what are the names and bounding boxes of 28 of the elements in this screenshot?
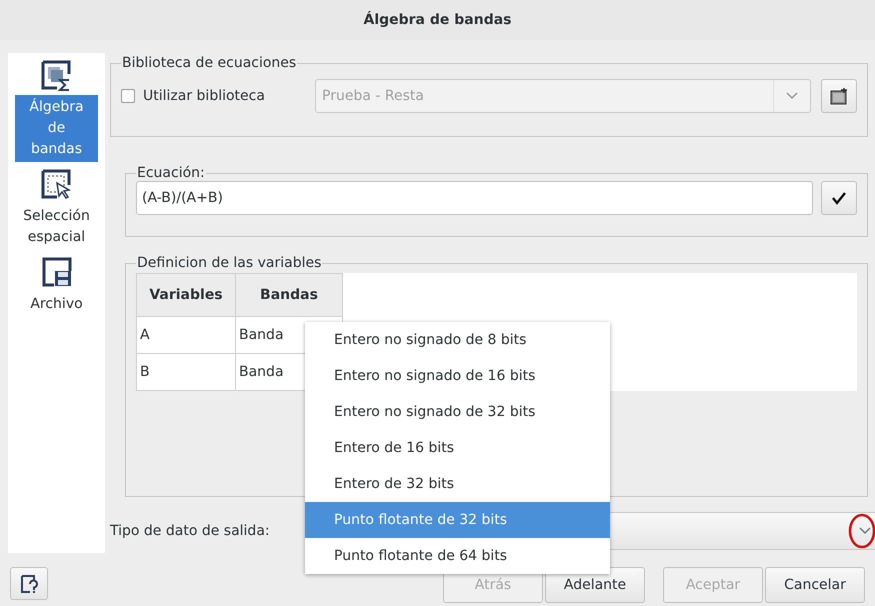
validate-button[interactable]	[821, 181, 857, 215]
menu-item[interactable]: Entero de 16 bits	[305, 430, 610, 466]
edit-library-button[interactable]	[821, 79, 857, 113]
chevron-icon	[859, 527, 871, 535]
help-icon	[20, 574, 38, 594]
window-title: Álgebra de bandas	[363, 12, 512, 28]
dialog-button[interactable]: Cancelar	[765, 567, 865, 603]
check-icon	[831, 191, 847, 205]
equation-field[interactable]: (A-B)/(A+B)	[136, 181, 813, 215]
column-header[interactable]: Variables	[136, 274, 236, 316]
group-title: Ecuación:	[136, 165, 206, 181]
table-cell: B	[136, 354, 236, 390]
checkbox-label[interactable]: Utilizar biblioteca	[143, 88, 265, 104]
checkbox[interactable]	[121, 89, 135, 103]
algebra-icon	[40, 59, 72, 93]
output-type-label: Tipo de dato de salida:	[110, 523, 271, 539]
menu-item[interactable]: Entero de 32 bits	[305, 466, 610, 502]
sidebar-item[interactable]: Álgebra de bandas	[15, 95, 98, 162]
table-cell: A	[136, 316, 236, 354]
chevron-icon	[786, 92, 798, 100]
selection-icon	[40, 168, 72, 202]
help-button[interactable]	[10, 567, 48, 600]
column-header[interactable]: Bandas	[236, 274, 342, 316]
sidebar-item[interactable]: Archivo	[24, 292, 89, 317]
group-title: Biblioteca de ecuaciones	[121, 55, 298, 71]
sidebar-item[interactable]: Selección espacial	[17, 204, 96, 250]
group-title: Definicion de las variables	[136, 255, 322, 271]
menu-item[interactable]: Entero no signado de 32 bits	[305, 394, 610, 430]
